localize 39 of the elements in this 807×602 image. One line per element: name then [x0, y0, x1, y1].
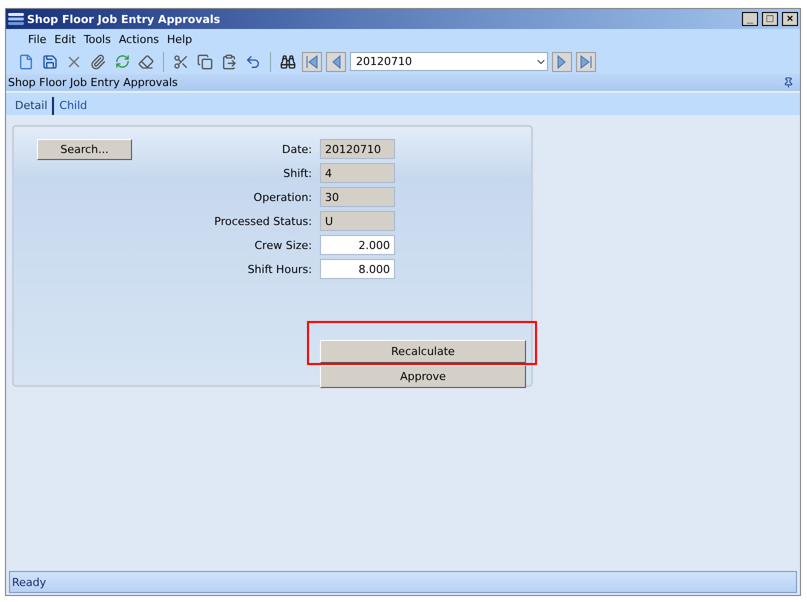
triangle-right-icon — [556, 54, 568, 68]
previous-record-button[interactable] — [326, 52, 346, 72]
menu-item[interactable]: Help — [163, 32, 196, 46]
menu-item[interactable]: Edit — [50, 32, 80, 46]
menu-item[interactable]: Tools — [80, 32, 115, 46]
tab[interactable]: Child — [54, 97, 92, 115]
triangle-left-icon — [330, 54, 342, 68]
field-label: Shift Hours: — [246, 262, 312, 276]
skip-right-icon — [580, 54, 592, 68]
field-label: Shift: — [282, 166, 312, 180]
app-icon — [8, 12, 24, 26]
search-button[interactable]: Search... — [37, 138, 132, 160]
window-title: Shop Floor Job Entry Approvals — [27, 12, 222, 26]
panel-title: Shop Floor Job Entry Approvals — [8, 76, 178, 89]
approve-button[interactable]: Approve — [320, 365, 526, 388]
input-field[interactable]: 20120710 — [320, 139, 395, 159]
input-field[interactable]: 4 — [320, 163, 395, 183]
recalculate-button[interactable]: Recalculate — [320, 340, 526, 363]
pin-icon[interactable] — [783, 77, 794, 88]
field-label: Processed Status: — [213, 214, 312, 228]
menu-item[interactable]: File — [24, 32, 50, 46]
minimize-button[interactable]: _ — [742, 12, 758, 26]
last-record-button[interactable] — [576, 52, 596, 72]
input-field[interactable]: 8.000 — [320, 259, 395, 279]
maximize-button[interactable]: □ — [762, 12, 778, 26]
input-field[interactable]: U — [320, 211, 395, 231]
status-text: Ready — [12, 576, 46, 588]
field-label: Date: — [281, 142, 312, 156]
close-button[interactable]: × — [782, 12, 798, 26]
record-dropdown[interactable]: 20120710 — [350, 52, 548, 71]
tab[interactable]: Detail — [10, 97, 54, 115]
menu-item[interactable]: Actions — [114, 32, 164, 46]
next-record-button[interactable] — [552, 52, 572, 72]
input-field[interactable]: 30 — [320, 187, 395, 207]
skip-left-icon — [306, 54, 318, 68]
field-label: Crew Size: — [253, 238, 312, 252]
copy-icon[interactable] — [195, 52, 215, 72]
field-label: Operation: — [252, 190, 312, 204]
input-field[interactable]: 2.000 — [320, 235, 395, 255]
